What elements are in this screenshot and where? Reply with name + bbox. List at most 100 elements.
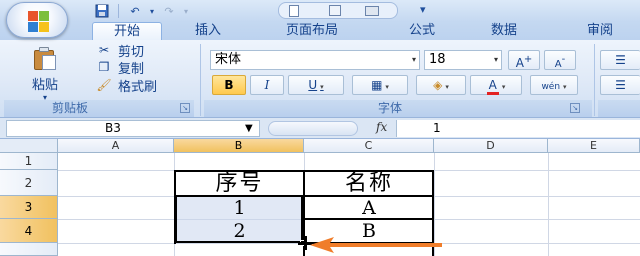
paste-button[interactable]: 粘贴 ▾ bbox=[24, 46, 66, 102]
tab-review[interactable]: 审阅 bbox=[570, 22, 630, 40]
paste-icon bbox=[32, 46, 58, 70]
borders-icon: ▦ bbox=[371, 78, 383, 92]
tab-page-layout[interactable]: 页面布局 bbox=[262, 22, 362, 40]
format-painter-button[interactable]: 🖌 格式刷 bbox=[96, 77, 158, 95]
paste-label: 粘贴 bbox=[31, 78, 58, 93]
italic-icon: I bbox=[264, 78, 270, 92]
font-color-icon: A bbox=[486, 78, 499, 95]
redo-icon[interactable]: ↷ bbox=[159, 2, 179, 20]
column-header-c[interactable]: C bbox=[304, 139, 434, 153]
phonetic-button[interactable]: wén ▾ bbox=[530, 75, 578, 95]
italic-button[interactable]: I bbox=[250, 75, 284, 95]
fill-color-button[interactable]: ◈ ▾ bbox=[416, 75, 466, 95]
column-header-d[interactable]: D bbox=[434, 139, 548, 153]
worksheet[interactable]: A B C D E 1 2 3 4 序号 名称 1 A 2 B bbox=[0, 139, 640, 256]
name-box[interactable]: B3 ▼ bbox=[6, 120, 260, 137]
group-divider bbox=[594, 44, 595, 116]
office-logo-icon bbox=[28, 11, 50, 33]
tab-data[interactable]: 数据 bbox=[474, 22, 534, 40]
font-size-dropdown-icon[interactable]: ▾ bbox=[494, 51, 498, 69]
column-header-b[interactable]: B bbox=[174, 139, 304, 153]
fill-color-dropdown-icon[interactable]: ▾ bbox=[445, 83, 449, 91]
bold-button[interactable]: B bbox=[212, 75, 246, 95]
copy-button[interactable]: ❐ 复制 bbox=[96, 59, 145, 77]
underline-dropdown-icon[interactable]: ▾ bbox=[320, 83, 324, 91]
office-button[interactable] bbox=[6, 2, 68, 38]
font-color-button[interactable]: A ▾ bbox=[470, 75, 522, 95]
align-top-button[interactable]: ☰ bbox=[600, 50, 640, 70]
quick-access-toolbar: ↶ ▾ ↷ ▾ bbox=[92, 2, 191, 20]
row-header-1[interactable]: 1 bbox=[0, 153, 58, 170]
undo-dropdown-icon[interactable]: ▾ bbox=[147, 2, 157, 20]
cell-c2[interactable]: 名称 bbox=[306, 171, 432, 196]
column-header-e[interactable]: E bbox=[548, 139, 640, 153]
cut-button[interactable]: ✂ 剪切 bbox=[96, 42, 144, 60]
phonetic-icon: wén bbox=[541, 82, 561, 92]
font-name-dropdown-icon[interactable]: ▾ bbox=[412, 51, 416, 69]
bold-icon: B bbox=[224, 78, 234, 92]
new-document-icon[interactable] bbox=[289, 5, 299, 17]
copy-icon: ❐ bbox=[98, 60, 110, 74]
qat-separator bbox=[118, 4, 119, 18]
clipboard-launcher-icon[interactable]: ↘ bbox=[180, 103, 190, 113]
row-header-4[interactable]: 4 bbox=[0, 219, 58, 243]
copy-label: 复制 bbox=[118, 61, 145, 77]
tab-formulas[interactable]: 公式 bbox=[392, 22, 452, 40]
cell-b3[interactable]: 1 bbox=[176, 197, 303, 219]
gridline bbox=[548, 153, 549, 256]
cell-b2[interactable]: 序号 bbox=[176, 171, 303, 196]
paint-bucket-icon: ◈ bbox=[433, 78, 443, 92]
alignment-group-band bbox=[598, 100, 640, 117]
font-size-value: 18 bbox=[429, 52, 446, 67]
font-color-dropdown-icon[interactable]: ▾ bbox=[502, 83, 506, 91]
font-group-label: 字体 bbox=[377, 101, 402, 115]
align-lines-icon: ☰ bbox=[615, 53, 626, 67]
save-icon[interactable] bbox=[92, 2, 112, 20]
shrink-font-button[interactable]: A- bbox=[544, 50, 576, 70]
format-painter-label: 格式刷 bbox=[118, 79, 158, 95]
crosshair-cursor-icon bbox=[304, 236, 307, 250]
clipboard-group-label: 剪贴板 bbox=[51, 101, 88, 115]
formula-bar-splitter[interactable] bbox=[268, 121, 358, 136]
paintbrush-icon: 🖌 bbox=[96, 78, 112, 92]
customize-qat-icon[interactable]: ▾ bbox=[420, 3, 426, 16]
select-all-corner[interactable] bbox=[0, 139, 58, 153]
grow-font-button[interactable]: A+ bbox=[508, 50, 540, 70]
font-launcher-icon[interactable]: ↘ bbox=[570, 103, 580, 113]
formula-value: 1 bbox=[433, 121, 441, 135]
cell-b4[interactable]: 2 bbox=[176, 220, 303, 242]
borders-button[interactable]: ▦ ▾ bbox=[352, 75, 408, 95]
font-name-value: 宋体 bbox=[215, 52, 242, 67]
ribbon: 粘贴 ▾ ✂ 剪切 ❐ 复制 🖌 格式刷 剪贴板 ↘ 宋体 ▾ 18 ▾ A+ … bbox=[0, 40, 640, 118]
print-icon[interactable] bbox=[365, 6, 379, 16]
print-preview-icon[interactable] bbox=[329, 5, 341, 16]
font-name-combo[interactable]: 宋体 ▾ bbox=[210, 50, 420, 70]
name-box-dropdown-icon[interactable]: ▼ bbox=[245, 121, 253, 136]
qat-button-group bbox=[278, 2, 398, 19]
ribbon-tabs: 开始 插入 页面布局 公式 数据 审阅 bbox=[0, 22, 640, 40]
align-left-icon: ☰ bbox=[615, 78, 626, 92]
redo-dropdown-icon[interactable]: ▾ bbox=[181, 2, 191, 20]
tab-home[interactable]: 开始 bbox=[92, 22, 162, 40]
underline-icon: U bbox=[308, 78, 318, 92]
formula-bar: B3 ▼ fx 1 bbox=[0, 118, 640, 139]
row-header-5[interactable] bbox=[0, 243, 58, 256]
phonetic-dropdown-icon[interactable]: ▾ bbox=[563, 83, 567, 91]
align-left-button[interactable]: ☰ bbox=[600, 75, 640, 95]
column-header-a[interactable]: A bbox=[58, 139, 174, 153]
tab-insert[interactable]: 插入 bbox=[178, 22, 238, 40]
cell-c3[interactable]: A bbox=[306, 197, 432, 219]
orange-arrow-icon bbox=[310, 237, 442, 253]
underline-button[interactable]: U ▾ bbox=[288, 75, 344, 95]
grow-font-icon: A bbox=[515, 56, 524, 70]
formula-input[interactable]: 1 bbox=[396, 120, 640, 137]
borders-dropdown-icon[interactable]: ▾ bbox=[385, 83, 389, 91]
group-divider bbox=[200, 44, 201, 116]
undo-icon[interactable]: ↶ bbox=[125, 2, 145, 20]
row-header-2[interactable]: 2 bbox=[0, 170, 58, 196]
font-size-combo[interactable]: 18 ▾ bbox=[424, 50, 502, 70]
insert-function-icon[interactable]: fx bbox=[376, 120, 387, 134]
shrink-font-icon: A bbox=[554, 59, 562, 70]
name-box-value: B3 bbox=[105, 121, 121, 135]
row-header-3[interactable]: 3 bbox=[0, 196, 58, 219]
